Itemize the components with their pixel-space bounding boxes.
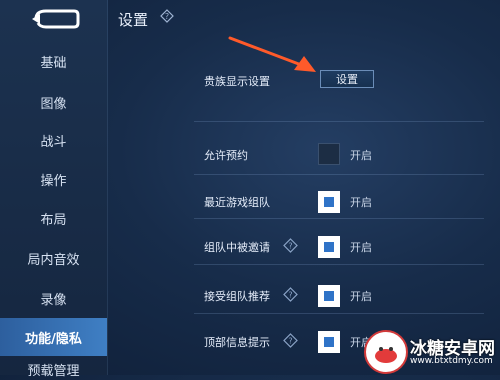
top-info-prompt-checkbox[interactable] [318,331,340,353]
team-invite-toggle-label: 开启 [350,241,372,254]
divider [194,264,484,265]
svg-text:?: ? [288,337,292,346]
divider [194,121,484,122]
sidebar-item-function-privacy[interactable]: 功能/隐私 [0,318,107,356]
team-recommend-toggle-label: 开启 [350,290,372,303]
help-icon[interactable]: ? [283,287,298,302]
sidebar: 基础 图像 战斗 操作 布局 局内音效 录像 功能/隐私 预载管理 [0,0,108,379]
recent-games-team-toggle-label: 开启 [350,196,372,209]
svg-text:?: ? [288,242,292,251]
top-info-prompt-label: 顶部信息提示 [204,336,270,349]
allow-booking-label: 允许预约 [204,149,248,162]
page-title: 设置 [118,11,149,29]
svg-text:?: ? [288,291,292,300]
help-icon[interactable]: ? [160,9,174,23]
recent-games-team-label: 最近游戏组队 [204,196,270,209]
sidebar-item-replay[interactable]: 录像 [0,279,107,317]
team-invite-checkbox[interactable] [318,236,340,258]
divider [194,218,484,219]
help-icon[interactable]: ? [283,333,298,348]
sidebar-item-layout[interactable]: 布局 [0,199,107,237]
allow-booking-toggle-label: 开启 [350,149,372,162]
sidebar-item-ingame-audio[interactable]: 局内音效 [0,239,107,277]
noble-display-settings-button[interactable]: 设置 [320,70,374,88]
help-icon[interactable]: ? [283,238,298,253]
back-icon[interactable] [28,8,80,30]
sidebar-item-controls[interactable]: 操作 [0,160,107,198]
divider [194,313,484,314]
svg-text:?: ? [165,12,169,21]
watermark-logo-icon [364,330,408,374]
sidebar-item-preload[interactable]: 预载管理 [0,360,107,380]
sidebar-item-basic[interactable]: 基础 [0,42,107,80]
recent-games-team-checkbox[interactable] [318,191,340,213]
team-recommend-checkbox[interactable] [318,285,340,307]
team-recommend-label: 接受组队推荐 [204,290,270,303]
sidebar-item-combat[interactable]: 战斗 [0,121,107,159]
watermark-url: www.btxtdmy.com [410,356,493,366]
sidebar-item-graphics[interactable]: 图像 [0,83,107,121]
team-invite-label: 组队中被邀请 [204,241,270,254]
divider [194,174,484,175]
annotation-arrow-icon [228,36,316,72]
allow-booking-checkbox[interactable] [318,143,340,165]
